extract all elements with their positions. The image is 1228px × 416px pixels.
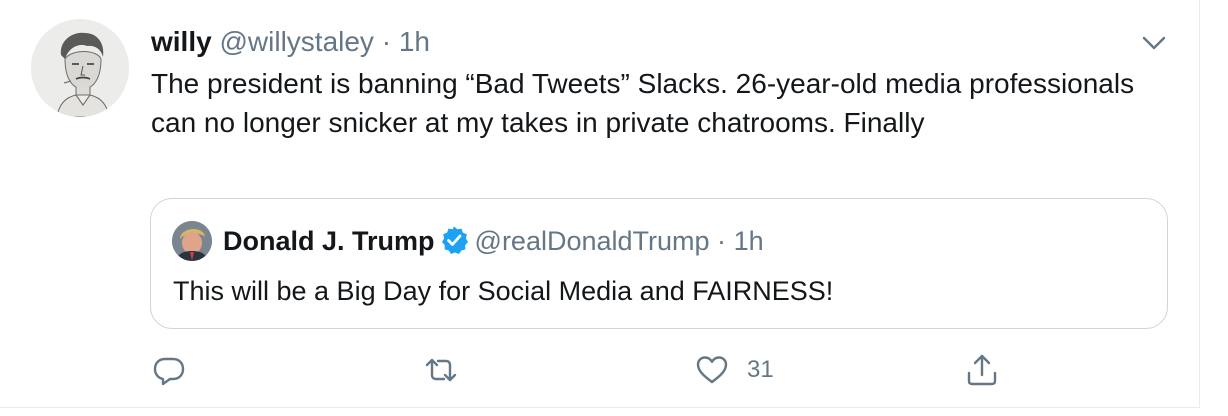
header-separator: · <box>381 26 392 57</box>
reply-icon <box>153 357 185 386</box>
quoted-tweet[interactable]: Donald J. Trump @realDonaldTrump · 1h Th… <box>150 198 1168 329</box>
portrait-photo-icon <box>172 221 212 261</box>
tweet-header: willy @willystaley · 1h <box>151 24 430 60</box>
like-button[interactable]: 31 <box>695 352 774 388</box>
tweet-card[interactable]: willy @willystaley · 1h The president is… <box>0 0 1200 408</box>
share-button[interactable] <box>965 352 999 388</box>
tweet-timestamp[interactable]: 1h <box>399 26 430 57</box>
retweet-icon <box>425 358 457 382</box>
heart-icon <box>696 356 728 384</box>
author-handle[interactable]: @willystaley <box>219 26 373 57</box>
like-count: 31 <box>747 356 774 383</box>
quoted-header-separator: · <box>717 226 727 256</box>
retweet-button[interactable] <box>424 352 458 388</box>
quoted-tweet-timestamp[interactable]: 1h <box>734 226 764 256</box>
quoted-author-name[interactable]: Donald J. Trump <box>223 226 435 256</box>
reply-button[interactable] <box>152 352 186 388</box>
chevron-down-icon[interactable] <box>1140 32 1168 54</box>
quoted-tweet-header: Donald J. Trump @realDonaldTrump · 1h <box>223 223 764 259</box>
quoted-author-handle[interactable]: @realDonaldTrump <box>475 226 710 256</box>
verified-badge-icon <box>439 225 469 255</box>
quoted-tweet-text: This will be a Big Day for Social Media … <box>173 276 834 306</box>
quoted-author-avatar[interactable] <box>172 221 212 261</box>
author-avatar[interactable] <box>31 19 129 117</box>
share-icon <box>967 354 997 386</box>
tweet-text: The president is banning “Bad Tweets” Sl… <box>151 68 1135 138</box>
author-name[interactable]: willy <box>151 26 212 57</box>
sketch-portrait-icon <box>31 19 129 117</box>
